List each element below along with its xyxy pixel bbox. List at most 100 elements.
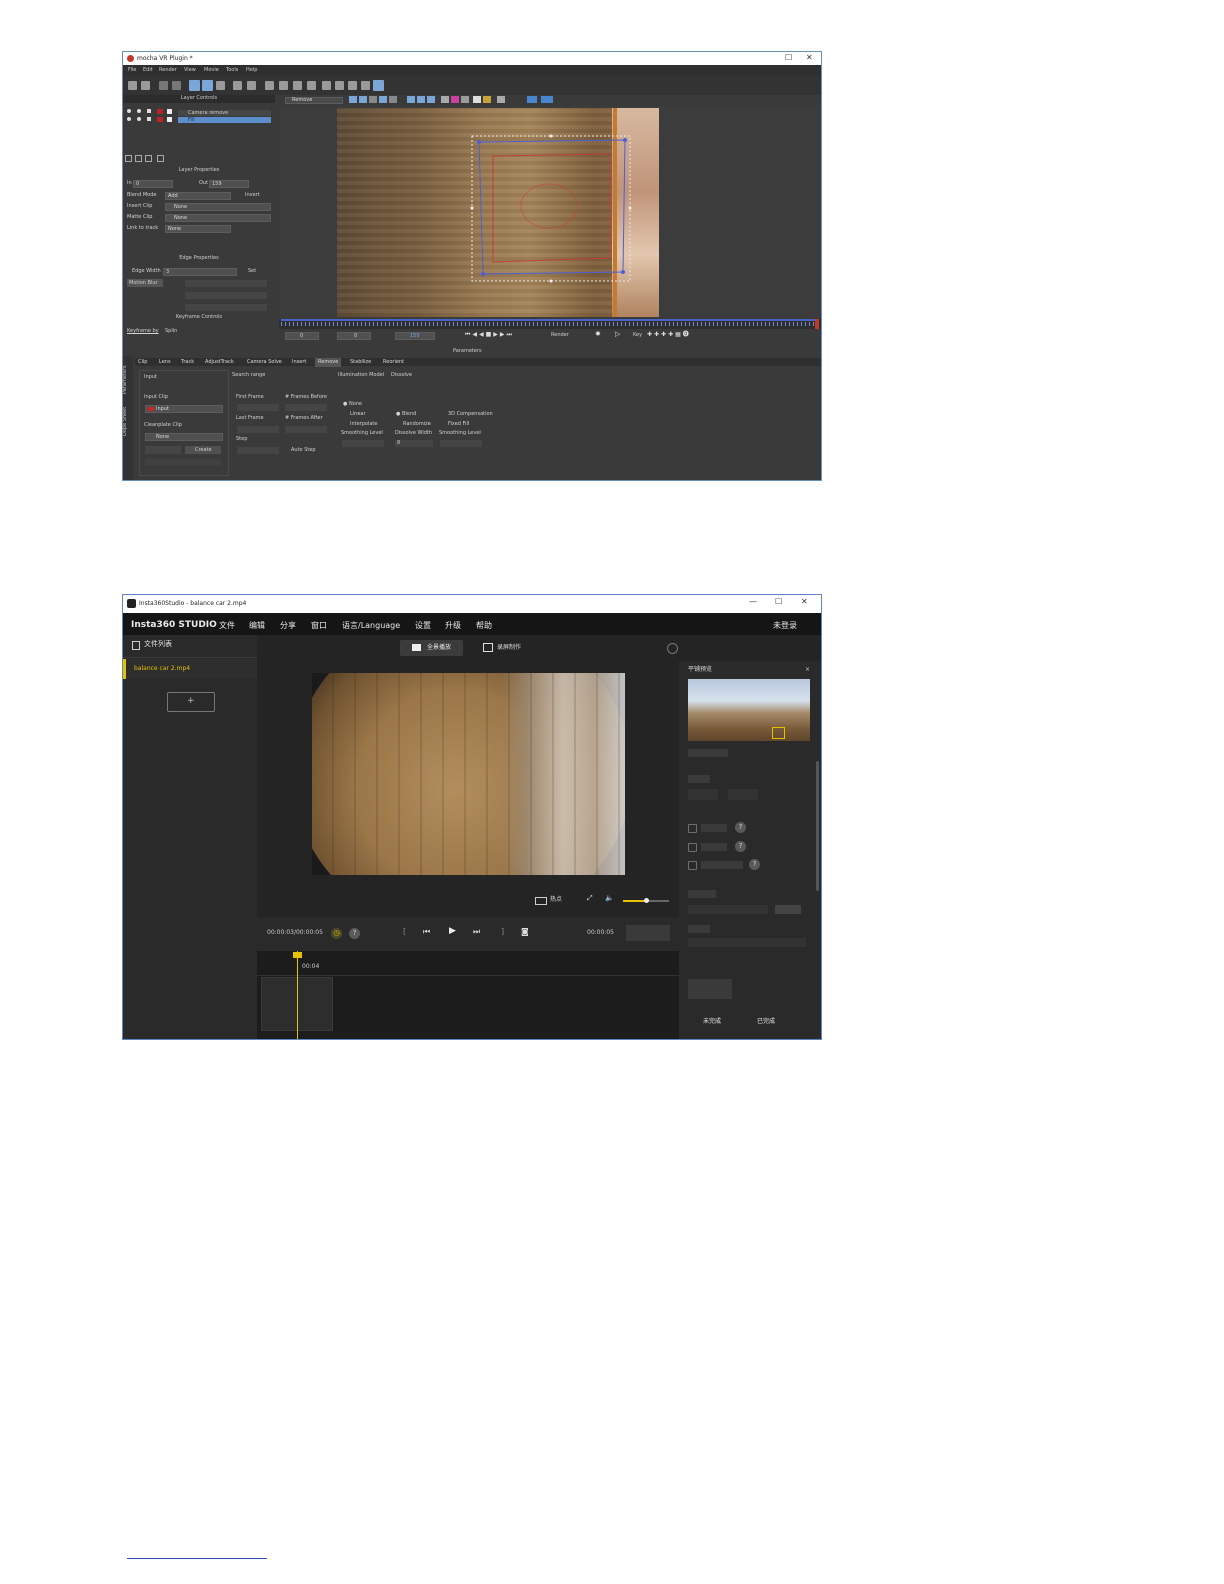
add-point-icon[interactable]	[293, 81, 302, 90]
remove-dropdown[interactable]: Remove	[285, 97, 343, 104]
hotspot-icon[interactable]	[535, 897, 547, 905]
viewer-option-icon[interactable]	[441, 96, 449, 103]
viewer-option-icon[interactable]	[427, 96, 435, 103]
hotspot-label[interactable]: 热点	[550, 897, 562, 903]
transform-tool-icon[interactable]	[216, 81, 225, 90]
auto-step-checkbox[interactable]: Auto Step	[291, 448, 316, 453]
save-icon[interactable]	[141, 81, 150, 90]
viewer-canvas[interactable]	[279, 106, 821, 318]
first-frame-field[interactable]	[237, 404, 279, 411]
remove-point-icon[interactable]	[307, 81, 316, 90]
add-file-button[interactable]: +	[167, 692, 215, 712]
close-icon[interactable]: ✕	[806, 54, 813, 62]
viewer-option-icon[interactable]	[349, 96, 357, 103]
smoothing-level-field-2[interactable]	[440, 440, 482, 447]
link-icon[interactable]	[322, 81, 331, 90]
help-icon[interactable]: ?	[735, 841, 746, 852]
menu-settings[interactable]: 设置	[415, 620, 431, 631]
viewer-option-icon[interactable]	[359, 96, 367, 103]
mark-out-icon[interactable]: ]	[501, 928, 504, 936]
menu-file[interactable]: 文件	[219, 620, 235, 631]
collapse-icon[interactable]	[667, 643, 678, 654]
filename-field[interactable]	[688, 938, 806, 947]
tab-reorient[interactable]: Reorient	[383, 360, 404, 365]
close-panel-icon[interactable]: ×	[805, 667, 810, 673]
minimize-icon[interactable]: —	[749, 598, 757, 606]
browse-button[interactable]	[775, 905, 801, 914]
start-export-button[interactable]	[688, 979, 732, 999]
motion-blur-field-2[interactable]	[185, 292, 267, 299]
menu-share[interactable]: 分享	[280, 620, 296, 631]
viewer-option-icon[interactable]	[407, 96, 415, 103]
tab-lens[interactable]: Lens	[159, 360, 171, 365]
select-points-icon[interactable]	[202, 80, 213, 91]
play-icon[interactable]: ▶	[449, 927, 456, 936]
help-icon[interactable]: ?	[749, 859, 760, 870]
layer-row-camera[interactable]: Camera remove	[178, 110, 271, 116]
menu-edit[interactable]: Edit	[143, 68, 153, 73]
invert-checkbox[interactable]: Invert	[245, 193, 260, 198]
menu-render[interactable]: Render	[159, 68, 177, 73]
volume-icon[interactable]: 🔈	[605, 895, 614, 902]
out-field[interactable]: 159	[209, 180, 249, 188]
maximize-icon[interactable]: ☐	[775, 598, 782, 606]
file-item[interactable]: balance car 2.mp4	[123, 659, 260, 679]
illumination-interpolate-radio[interactable]: Interpolate	[350, 422, 377, 427]
viewer-option-icon[interactable]	[417, 96, 425, 103]
mark-in-icon[interactable]: [	[403, 928, 406, 936]
keyframe-buttons[interactable]: ✚✚✚✚▦⓿	[647, 332, 691, 338]
surface-icon[interactable]	[373, 80, 384, 91]
panorama-play-button[interactable]: 全景播放	[400, 640, 463, 656]
preview-selection-box[interactable]	[772, 727, 785, 739]
previous-icon[interactable]: ⏮	[423, 928, 430, 936]
render-button[interactable]: Render	[551, 333, 569, 338]
menu-movie[interactable]: Movie	[204, 68, 219, 73]
fisheye-video-frame[interactable]	[312, 673, 625, 875]
end-frame-field[interactable]: 159	[395, 332, 435, 340]
menu-edit[interactable]: 编辑	[249, 620, 265, 631]
fixed-fill-checkbox[interactable]: Fixed Fill	[448, 422, 469, 427]
scale-icon[interactable]	[348, 81, 357, 90]
help-icon[interactable]: ?	[349, 928, 360, 939]
frames-after-field[interactable]	[285, 426, 327, 433]
fullscreen-icon[interactable]: ⤢	[587, 895, 593, 902]
illumination-none-radio[interactable]: ● None	[343, 402, 362, 407]
viewer-option-icon[interactable]	[369, 96, 377, 103]
insert-clip-dropdown[interactable]: None	[165, 203, 271, 211]
xspline-tool-icon[interactable]	[265, 81, 274, 90]
edge-width-field[interactable]: 3	[163, 268, 237, 276]
hand-tool-icon[interactable]	[233, 81, 242, 90]
help-icon[interactable]: ?	[735, 822, 746, 833]
timeline-bar[interactable]	[279, 319, 821, 329]
camera-icon[interactable]: ◙	[521, 928, 529, 936]
option-checkbox[interactable]	[688, 861, 697, 870]
right-panel-scrollbar[interactable]	[816, 761, 819, 891]
step-field[interactable]	[237, 447, 279, 454]
option-checkbox[interactable]	[688, 843, 697, 852]
frames-before-field[interactable]	[285, 404, 327, 411]
illumination-linear-radio[interactable]: Linear	[350, 412, 366, 417]
input-clip-dropdown[interactable]: Input	[145, 405, 223, 413]
tab-insert[interactable]: Insert	[292, 360, 306, 365]
viewer-option-icon[interactable]	[483, 96, 491, 103]
dissolve-randomize-radio[interactable]: Randomize	[403, 422, 431, 427]
viewer-option-icon[interactable]	[389, 96, 397, 103]
move-icon[interactable]	[361, 81, 370, 90]
open-icon[interactable]	[128, 81, 137, 90]
screen-record-button[interactable]: 录屏制作	[479, 640, 549, 656]
width-field[interactable]	[688, 789, 718, 800]
menu-language[interactable]: 语言/Language	[342, 620, 400, 631]
tab-unfinished[interactable]: 未完成	[703, 1019, 721, 1025]
playhead[interactable]	[297, 951, 298, 1039]
smoothing-level-field[interactable]	[342, 440, 384, 447]
undo-icon[interactable]	[159, 81, 168, 90]
in-field[interactable]: 0	[133, 180, 173, 188]
export-button[interactable]	[626, 925, 670, 941]
blend-mode-dropdown[interactable]: Add	[165, 192, 231, 200]
tab-track[interactable]: Track	[181, 360, 194, 365]
viewer-option-icon[interactable]	[541, 96, 553, 103]
viewer-option-icon[interactable]	[497, 96, 505, 103]
redo-icon[interactable]	[172, 81, 181, 90]
timeline-area[interactable]: 00:04	[257, 951, 679, 1039]
tab-stabilize[interactable]: Stabilize	[350, 360, 371, 365]
